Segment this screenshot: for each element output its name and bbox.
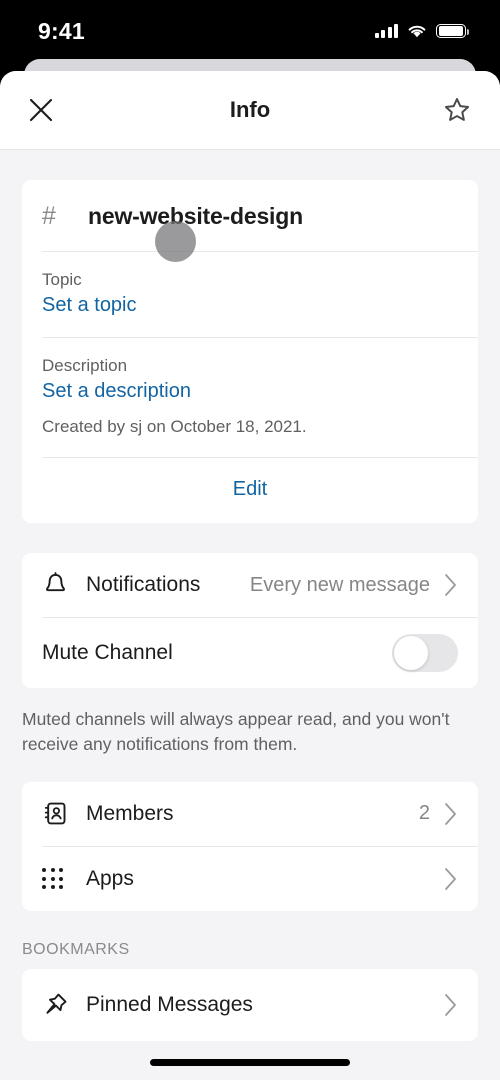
battery-icon [436,23,469,39]
members-row[interactable]: Members 2 [22,782,478,846]
phone-screen: 9:41 Info # new-website-design Topic Set… [0,0,500,1080]
info-content: # new-website-design Topic Set a topic D… [0,150,500,1080]
close-icon [29,98,53,122]
topic-field[interactable]: Topic Set a topic [22,252,478,337]
info-modal-sheet: Info # new-website-design Topic Set a to… [0,71,500,1080]
members-count: 2 [418,802,430,825]
pinned-messages-label: Pinned Messages [86,992,253,1016]
status-bar-icons [374,23,469,39]
bookmarks-card: Pinned Messages [22,968,478,1041]
apps-row[interactable]: Apps [22,847,478,911]
topic-label: Topic [42,270,82,289]
chevron-right-icon [444,802,458,826]
pin-icon [42,991,86,1018]
modal-navbar: Info [0,71,500,150]
created-by-text: Created by sj on October 18, 2021. [42,417,307,436]
mute-channel-label: Mute Channel [42,641,173,664]
status-bar: 9:41 [0,0,500,58]
channel-name: new-website-design [88,203,303,229]
close-button[interactable] [20,89,62,131]
cellular-signal-icon [374,24,398,38]
chevron-right-icon [444,867,458,891]
notifications-value: Every new message [249,573,430,596]
links-card: Members 2 Apps [22,781,478,911]
toggle-knob [394,636,428,670]
notifications-card: Notifications Every new message Mute Cha… [22,553,478,688]
chevron-right-icon [444,993,458,1017]
status-bar-time: 9:41 [38,17,85,44]
notifications-row[interactable]: Notifications Every new message [22,553,478,617]
bell-icon [42,571,86,599]
hash-icon: # [42,202,56,230]
contact-card-icon [42,800,86,827]
star-outline-icon [444,98,470,121]
channel-name-row[interactable]: # new-website-design [22,180,478,251]
notifications-label: Notifications [86,573,201,596]
home-indicator [150,1059,350,1066]
mute-channel-toggle[interactable] [392,634,458,672]
chevron-right-icon [444,573,458,597]
set-description-link[interactable]: Set a description [42,380,458,403]
apps-label: Apps [86,866,134,890]
members-label: Members [86,801,174,825]
bookmarks-section-label: BOOKMARKS [22,940,130,958]
channel-info-card: # new-website-design Topic Set a topic D… [22,180,478,523]
description-field[interactable]: Description Set a description Created by… [22,338,478,457]
apps-grid-icon [42,868,86,890]
mute-helper-text: Muted channels will always appear read, … [22,709,450,755]
wifi-icon [408,25,426,37]
star-button[interactable] [436,89,478,131]
mute-channel-row[interactable]: Mute Channel [22,618,478,688]
pinned-messages-row[interactable]: Pinned Messages [22,969,478,1041]
page-title: Info [229,97,271,122]
set-topic-link[interactable]: Set a topic [42,294,458,317]
description-label: Description [42,356,128,375]
edit-button[interactable]: Edit [22,458,478,523]
